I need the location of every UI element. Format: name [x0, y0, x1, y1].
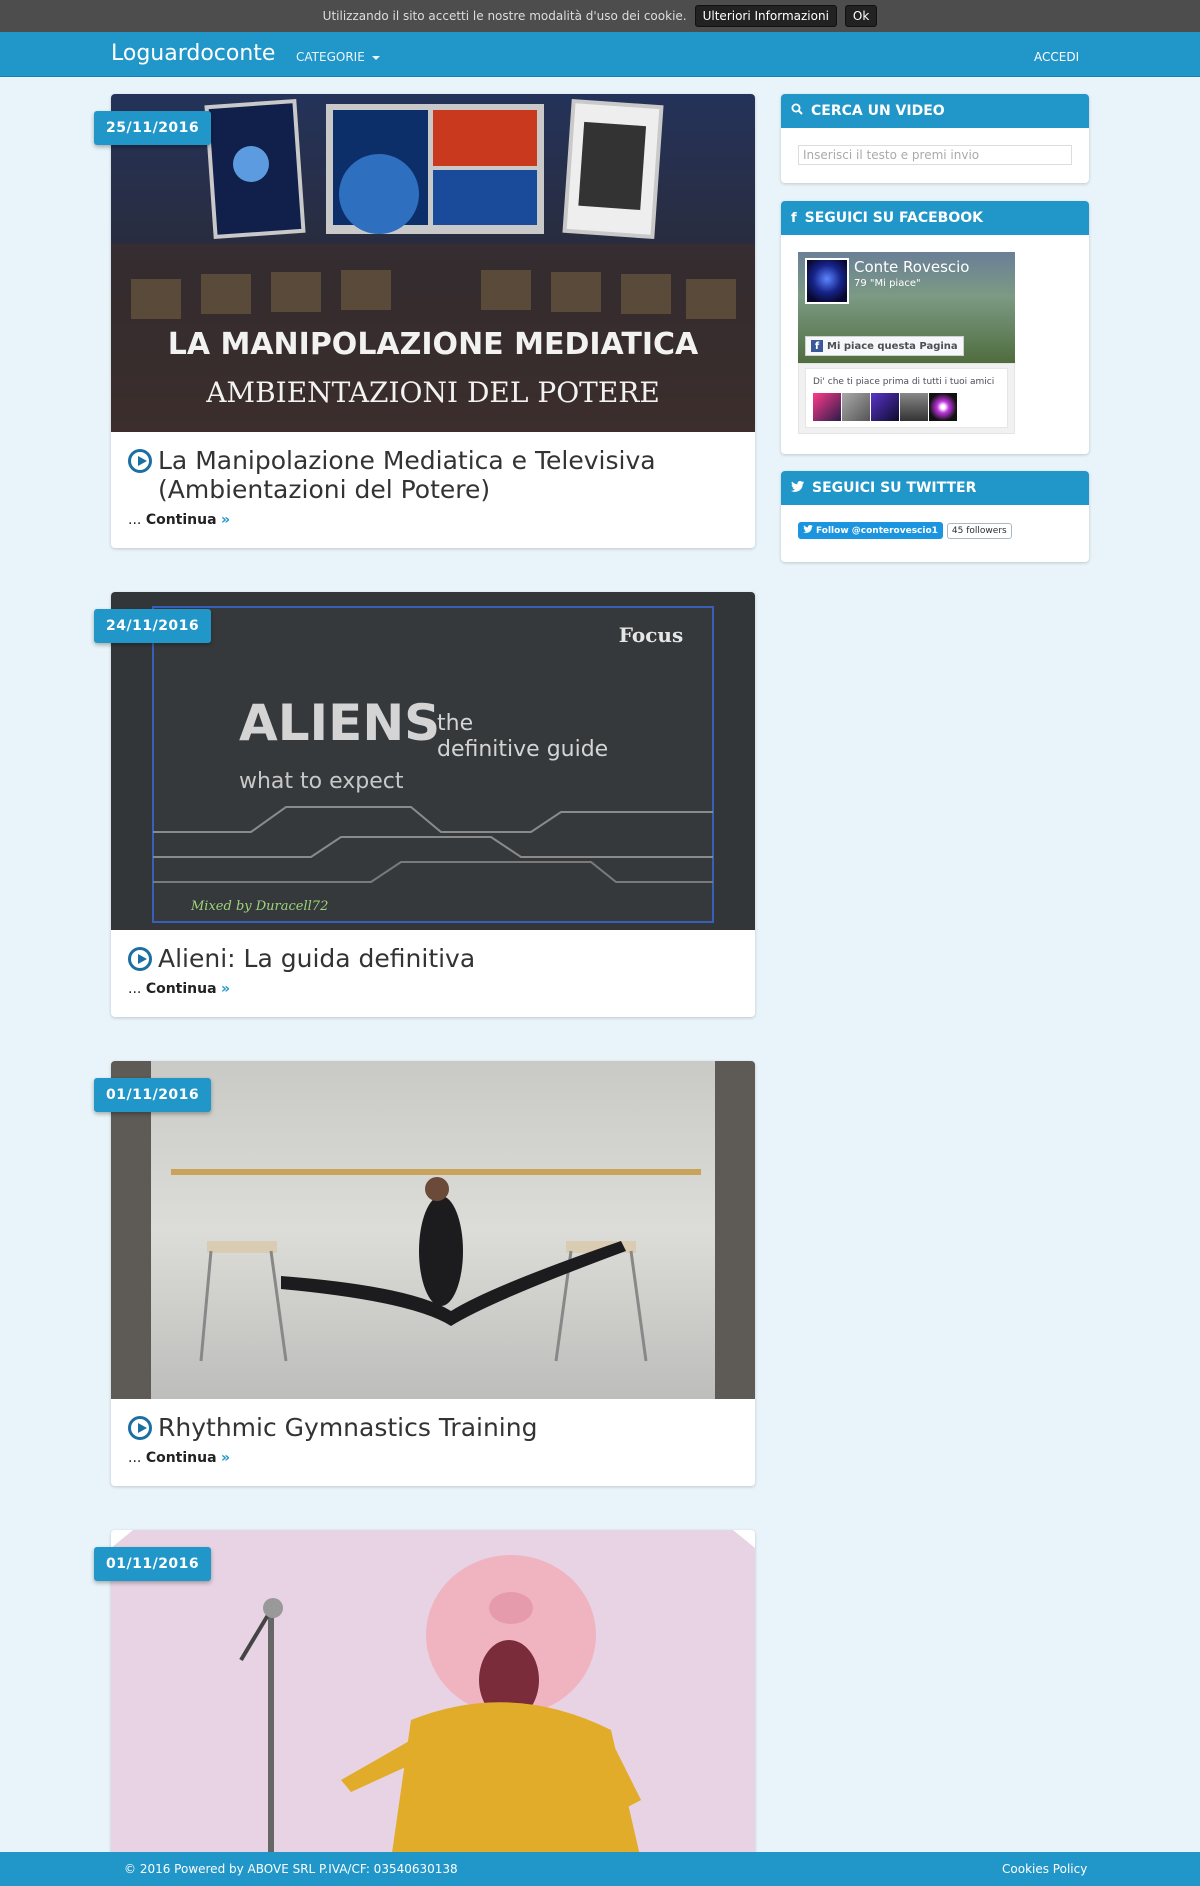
- thumbnail-text-line2: AMBIENTAZIONI DEL POTERE: [205, 376, 660, 409]
- widget-title: CERCA UN VIDEO: [811, 103, 945, 119]
- footer-copyright: © 2016 Powered by ABOVE SRL P.IVA/CF: 03…: [124, 1862, 458, 1876]
- cookie-text: Utilizzando il sito accetti le nostre mo…: [322, 9, 687, 23]
- play-circle-icon: [128, 1416, 152, 1440]
- avatar[interactable]: [842, 393, 870, 421]
- double-chevron-right-icon: »: [221, 981, 231, 997]
- post-card: Focus ALIENS the definitive guide what t…: [94, 592, 755, 1017]
- play-circle-icon: [128, 449, 152, 473]
- widget-header: CERCA UN VIDEO: [781, 94, 1089, 128]
- thumbnail-credit: Mixed by Duracell72: [190, 899, 328, 914]
- post-card: LA MANIPOLAZIONE MEDIATICA AMBIENTAZIONI…: [94, 94, 755, 548]
- facebook-like-count: 79 "Mi piace": [854, 278, 921, 289]
- search-icon: [791, 103, 803, 119]
- post-date-badge: 01/11/2016: [94, 1078, 212, 1112]
- twitter-bird-icon: [803, 525, 813, 536]
- facebook-icon: f: [791, 210, 797, 226]
- thumbnail-brand: Focus: [619, 623, 683, 647]
- facebook-like-label: Mi piace questa Pagina: [827, 340, 958, 352]
- continue-prefix: ...: [128, 981, 146, 997]
- navbar: Loguardoconte CATEGORIE ACCEDI: [0, 32, 1200, 77]
- widget-header: SEGUICI SU TWITTER: [781, 471, 1089, 505]
- facebook-f-icon: f: [811, 340, 823, 352]
- twitter-widget: SEGUICI SU TWITTER Follow @conterovescio…: [781, 471, 1089, 562]
- facebook-friends-text: Di' che ti piace prima di tutti i tuoi a…: [813, 377, 995, 387]
- widget-title: SEGUICI SU FACEBOOK: [804, 210, 984, 226]
- thumbnail-tagline: what to expect: [239, 769, 404, 794]
- continue-prefix: ...: [128, 1450, 146, 1466]
- continue-link[interactable]: ... Continua »: [128, 981, 738, 997]
- continue-label: Continua: [145, 512, 217, 528]
- categories-dropdown[interactable]: CATEGORIE: [296, 50, 380, 64]
- post-title: Rhythmic Gymnastics Training: [158, 1413, 538, 1442]
- post-title-link[interactable]: La Manipolazione Mediatica e Televisiva …: [128, 446, 738, 504]
- continue-label: Continua: [145, 981, 217, 997]
- continue-prefix: ...: [128, 512, 146, 528]
- avatar[interactable]: [929, 393, 957, 421]
- post-body: La Manipolazione Mediatica e Televisiva …: [111, 432, 755, 548]
- facebook-widget: f SEGUICI SU FACEBOOK Conte Rovescio 79 …: [781, 201, 1089, 454]
- avatar[interactable]: [900, 393, 928, 421]
- avatar[interactable]: [813, 393, 841, 421]
- widget-header: f SEGUICI SU FACEBOOK: [781, 201, 1089, 235]
- double-chevron-right-icon: »: [221, 1450, 231, 1466]
- thumbnail-sub1: the: [437, 711, 473, 736]
- search-input[interactable]: [798, 145, 1072, 165]
- double-chevron-right-icon: »: [221, 512, 231, 528]
- continue-link[interactable]: ... Continua »: [128, 512, 738, 528]
- post-date-badge: 24/11/2016: [94, 609, 212, 643]
- play-circle-icon: [128, 947, 152, 971]
- post-body: Alieni: La guida definitiva ... Continua…: [111, 930, 755, 1017]
- post-title: La Manipolazione Mediatica e Televisiva …: [158, 446, 656, 504]
- post-body: Rhythmic Gymnastics Training ... Continu…: [111, 1399, 755, 1486]
- facebook-page-name[interactable]: Conte Rovescio: [854, 258, 969, 276]
- thumbnail-text-line1: LA MANIPOLAZIONE MEDIATICA: [168, 327, 699, 362]
- post-title: Alieni: La guida definitiva: [158, 944, 476, 973]
- continue-link[interactable]: ... Continua »: [128, 1450, 738, 1466]
- facebook-like-button[interactable]: f Mi piace questa Pagina: [805, 336, 964, 356]
- post-date-badge: 01/11/2016: [94, 1547, 212, 1581]
- thumbnail-sub2: definitive guide: [437, 737, 608, 762]
- facebook-friends-card: Di' che ti piace prima di tutti i tuoi a…: [805, 368, 1008, 428]
- search-widget: CERCA UN VIDEO: [781, 94, 1089, 183]
- twitter-follow-button[interactable]: Follow @conterovescio1: [798, 522, 943, 539]
- caret-down-icon: [371, 55, 380, 60]
- login-link[interactable]: ACCEDI: [1034, 50, 1079, 64]
- thumbnail-headline: ALIENS: [239, 694, 440, 752]
- twitter-follow-row: Follow @conterovescio1 45 followers: [798, 522, 1072, 539]
- post-date-badge: 25/11/2016: [94, 111, 212, 145]
- post-card: 01/11/2016: [94, 1530, 755, 1860]
- post-card: Rhythmic Gymnastics Training ... Continu…: [94, 1061, 755, 1486]
- cookies-policy-link[interactable]: Cookies Policy: [1002, 1862, 1087, 1876]
- facebook-faces: [813, 393, 957, 421]
- facebook-page-avatar[interactable]: [805, 258, 849, 304]
- cookie-more-info-button[interactable]: Ulteriori Informazioni: [694, 5, 837, 27]
- twitter-follow-label: Follow @conterovescio1: [816, 525, 938, 536]
- site-brand[interactable]: Loguardoconte: [111, 41, 275, 66]
- categories-label: CATEGORIE: [296, 50, 365, 64]
- twitter-bird-icon: [791, 480, 804, 496]
- cookie-ok-button[interactable]: Ok: [844, 5, 878, 27]
- avatar[interactable]: [871, 393, 899, 421]
- facebook-page-plugin: Conte Rovescio 79 "Mi piace" f Mi piace …: [798, 252, 1015, 434]
- facebook-friends-panel: Di' che ti piace prima di tutti i tuoi a…: [798, 363, 1015, 434]
- post-title-link[interactable]: Alieni: La guida definitiva: [128, 944, 738, 973]
- cookie-bar: Utilizzando il sito accetti le nostre mo…: [0, 0, 1200, 32]
- post-title-link[interactable]: Rhythmic Gymnastics Training: [128, 1413, 738, 1442]
- footer: © 2016 Powered by ABOVE SRL P.IVA/CF: 03…: [0, 1852, 1200, 1886]
- continue-label: Continua: [145, 1450, 217, 1466]
- widget-title: SEGUICI SU TWITTER: [812, 480, 977, 496]
- twitter-followers-count[interactable]: 45 followers: [946, 522, 1012, 539]
